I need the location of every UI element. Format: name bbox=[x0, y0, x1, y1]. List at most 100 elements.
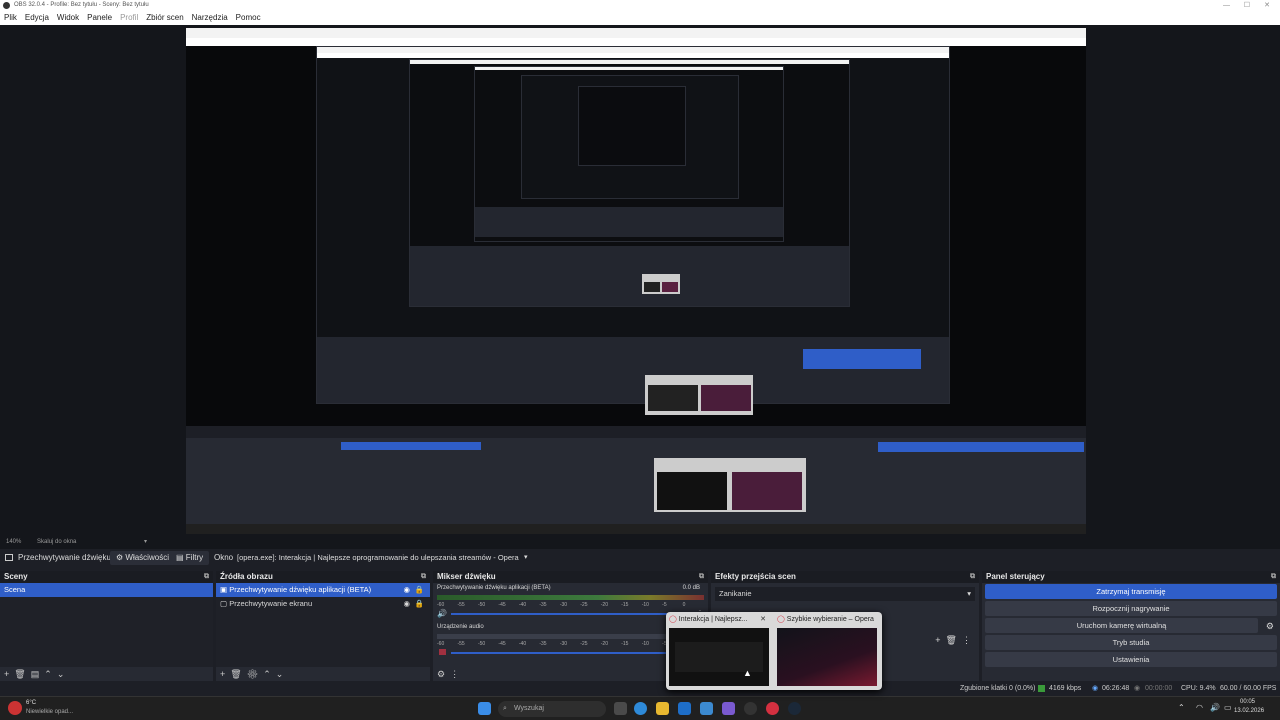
move-down-icon[interactable]: ⌄ bbox=[57, 669, 65, 679]
menu-scene-collection[interactable]: Zbiór scen bbox=[142, 11, 187, 25]
source-item[interactable]: ▢ Przechwytywanie ekranu ◉ 🔒 bbox=[216, 597, 430, 611]
trash-icon[interactable]: 🗑 bbox=[230, 669, 241, 679]
controls-dock: Panel sterujący ⧉ Zatrzymaj transmisję Ro… bbox=[982, 571, 1280, 681]
minimize-icon[interactable]: — bbox=[1223, 0, 1230, 11]
chevron-down-icon[interactable]: ▾ bbox=[967, 587, 971, 601]
muted-icon[interactable] bbox=[439, 649, 446, 655]
settings-button[interactable]: Ustawienia bbox=[985, 652, 1277, 667]
move-up-icon[interactable]: ⌃ bbox=[44, 669, 52, 679]
menu-help[interactable]: Pomoc bbox=[232, 11, 265, 25]
preview-tab-speed-dial[interactable]: ◯ Szybkie wybieranie – Opera bbox=[774, 612, 880, 690]
scale-tick: -40 bbox=[518, 641, 527, 647]
tray-chevron-icon[interactable]: ⌃ bbox=[1178, 703, 1185, 712]
preview-area bbox=[0, 25, 1280, 536]
wifi-icon[interactable]: ◠ bbox=[1196, 703, 1203, 712]
volume-icon[interactable]: 🔊 bbox=[1210, 703, 1220, 712]
edge-icon[interactable] bbox=[700, 702, 713, 715]
file-explorer-icon[interactable] bbox=[656, 702, 669, 715]
trash-icon[interactable]: 🗑 bbox=[946, 635, 957, 645]
eye-icon[interactable]: ◉ bbox=[403, 583, 410, 597]
chevron-down-icon[interactable]: ▾ bbox=[524, 549, 528, 567]
more-icon[interactable]: ⋮ bbox=[450, 669, 459, 679]
steam-icon[interactable] bbox=[788, 702, 801, 715]
add-icon[interactable]: + bbox=[935, 635, 940, 645]
preview-tab-interakcja[interactable]: ◯ Interakcja | Najlepsz... ✕ ▲ bbox=[666, 612, 772, 690]
search-box[interactable]: ⌕ Wyszukaj bbox=[498, 701, 606, 717]
captured-titlebar bbox=[186, 28, 1086, 38]
start-virtual-camera-button[interactable]: Uruchom kamerę wirtualną bbox=[985, 618, 1258, 633]
zoom-value[interactable]: 140% bbox=[6, 539, 21, 545]
studio-mode-button[interactable]: Tryb studia bbox=[985, 635, 1277, 650]
trash-icon[interactable]: 🗑 bbox=[14, 669, 25, 679]
more-icon[interactable]: ⋮ bbox=[962, 635, 971, 645]
scale-tick: -20 bbox=[600, 602, 608, 608]
menu-docks[interactable]: Panele bbox=[83, 11, 116, 25]
cursor-icon: ▲ bbox=[743, 668, 752, 678]
copilot-icon[interactable] bbox=[634, 702, 647, 715]
audio-capture-icon bbox=[5, 554, 13, 561]
add-icon[interactable]: + bbox=[4, 669, 9, 679]
dock-float-icon[interactable]: ⧉ bbox=[970, 571, 975, 583]
stop-streaming-button[interactable]: Zatrzymaj transmisję bbox=[985, 584, 1277, 599]
scale-tick: -55 bbox=[457, 641, 465, 647]
virtual-camera-settings-icon[interactable]: ⚙ bbox=[1266, 621, 1274, 632]
sources-footer: + 🗑 ⚙ ⌃ ⌄ bbox=[216, 667, 430, 681]
lock-icon[interactable]: 🔒 bbox=[415, 583, 424, 597]
menu-edit[interactable]: Edycja bbox=[21, 11, 53, 25]
scene-item[interactable]: Scena bbox=[0, 583, 213, 597]
volume-meter bbox=[437, 634, 704, 639]
obs-taskbar-icon[interactable] bbox=[744, 702, 757, 715]
store-icon[interactable] bbox=[678, 702, 691, 715]
menu-profile[interactable]: Profil bbox=[116, 11, 142, 25]
channel-name: Urządzenie audio bbox=[437, 624, 484, 630]
meter-scale: -60-55-50-45-40-35-30-25-20-15-10-50 bbox=[437, 641, 704, 649]
zoom-fit-label[interactable]: Skaluj do okna bbox=[37, 539, 76, 545]
zoom-dropdown-icon[interactable]: ▾ bbox=[144, 536, 147, 549]
preview-title: ◯ Interakcja | Najlepsz... bbox=[669, 616, 748, 623]
search-icon: ⌕ bbox=[503, 705, 507, 712]
volume-slider[interactable]: 🔊 ⋮ bbox=[437, 609, 704, 618]
scenes-title: Sceny bbox=[4, 572, 28, 581]
source-name: Przechwytywanie dźwięku bbox=[18, 553, 111, 562]
filters-button[interactable]: ▤ Filtry bbox=[170, 551, 210, 565]
opera-icon: ◯ bbox=[669, 616, 677, 623]
menu-file[interactable]: Plik bbox=[0, 11, 21, 25]
gear-icon[interactable]: ⚙ bbox=[247, 669, 258, 679]
maximize-icon[interactable]: ☐ bbox=[1244, 0, 1250, 11]
opera-icon: ◯ bbox=[777, 616, 785, 623]
add-icon[interactable]: + bbox=[220, 669, 225, 679]
dock-float-icon[interactable]: ⧉ bbox=[699, 571, 704, 583]
battery-icon[interactable]: ▭ bbox=[1224, 703, 1232, 712]
clock-time[interactable]: 00:05 bbox=[1240, 699, 1255, 705]
weather-icon[interactable] bbox=[8, 701, 22, 715]
speaker-icon[interactable]: 🔊 bbox=[437, 609, 447, 618]
opera-icon[interactable] bbox=[766, 702, 779, 715]
scenes-list: Scena bbox=[0, 583, 213, 667]
close-icon[interactable]: ✕ bbox=[760, 615, 766, 623]
window-select[interactable]: [opera.exe]: Interakcja | Najlepsze opro… bbox=[237, 551, 533, 565]
move-up-icon[interactable]: ⌃ bbox=[263, 669, 271, 679]
menu-tools[interactable]: Narzędzia bbox=[188, 11, 232, 25]
close-icon[interactable]: ✕ bbox=[1264, 0, 1270, 11]
eye-icon[interactable]: ◉ bbox=[403, 597, 410, 611]
dock-float-icon[interactable]: ⧉ bbox=[421, 571, 426, 583]
dock-float-icon[interactable]: ⧉ bbox=[204, 571, 209, 583]
advanced-audio-icon[interactable]: ⚙ bbox=[437, 669, 445, 679]
dock-float-icon[interactable]: ⧉ bbox=[1271, 571, 1276, 583]
scale-tick: -35 bbox=[539, 641, 547, 647]
scale-tick: -35 bbox=[539, 602, 547, 608]
task-view-icon[interactable] bbox=[614, 702, 627, 715]
menu-view[interactable]: Widok bbox=[53, 11, 83, 25]
start-recording-button[interactable]: Rozpocznij nagrywanie bbox=[985, 601, 1277, 616]
start-icon[interactable] bbox=[478, 702, 491, 715]
filter-icon[interactable]: ▤ bbox=[31, 669, 40, 679]
lock-icon[interactable]: 🔒 bbox=[415, 597, 424, 611]
transition-select[interactable]: Zanikanie ▾ bbox=[715, 587, 975, 601]
program-preview[interactable] bbox=[186, 28, 1086, 534]
volume-slider[interactable] bbox=[437, 649, 704, 657]
app-icon[interactable] bbox=[722, 702, 735, 715]
clock-date[interactable]: 13.02.2026 bbox=[1234, 708, 1264, 714]
properties-button[interactable]: ⚙ Właściwości bbox=[110, 551, 175, 565]
source-item[interactable]: ▣ Przechwytywanie dźwięku aplikacji (BET… bbox=[216, 583, 430, 597]
move-down-icon[interactable]: ⌄ bbox=[276, 669, 284, 679]
